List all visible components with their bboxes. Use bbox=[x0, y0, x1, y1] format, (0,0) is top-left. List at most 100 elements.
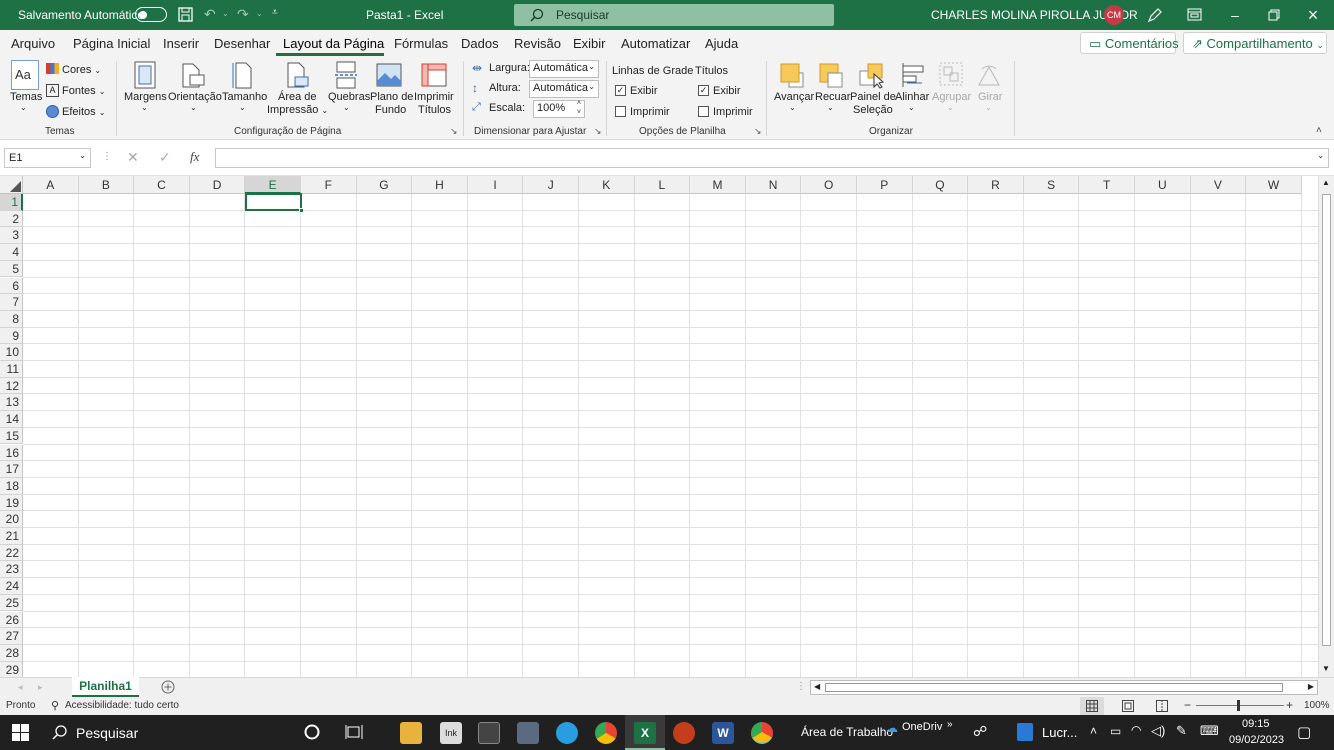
orientation-button[interactable]: Orientação bbox=[168, 91, 222, 103]
worksheet-grid[interactable]: ABCDEFGHIJKLMNOPQRSTUVW 1 2 3 4 5 6 7 8 9 10 11 12 1… bbox=[0, 176, 1318, 678]
column-header-n[interactable]: N bbox=[745, 176, 802, 194]
column-header-j[interactable]: J bbox=[523, 176, 579, 194]
formula-input[interactable]: ⌄ bbox=[215, 148, 1329, 168]
chevron-down-icon[interactable]: ⌄ bbox=[20, 103, 27, 112]
print-area-label-1[interactable]: Área de bbox=[278, 91, 317, 103]
column-header-e[interactable]: E bbox=[245, 176, 301, 194]
row-header-26[interactable]: 26 bbox=[0, 611, 23, 629]
select-all-button[interactable] bbox=[0, 176, 23, 194]
column-header-q[interactable]: Q bbox=[912, 176, 969, 194]
fonts-button[interactable]: Fontes ⌄ bbox=[62, 85, 105, 97]
column-header-h[interactable]: H bbox=[412, 176, 468, 194]
clock-date[interactable]: 09/02/2023 bbox=[1229, 734, 1284, 746]
row-header-29[interactable]: 29 bbox=[0, 661, 23, 678]
scroll-up-icon[interactable]: ▲ bbox=[1322, 178, 1330, 187]
scroll-thumb[interactable] bbox=[1322, 194, 1331, 646]
row-header-6[interactable]: 6 bbox=[0, 277, 23, 295]
enter-icon[interactable]: ✓ bbox=[159, 149, 171, 166]
margins-button[interactable]: Margens bbox=[124, 91, 167, 103]
row-header-2[interactable]: 2 bbox=[0, 210, 23, 228]
gridlines-view-checkbox[interactable]: ✓ bbox=[615, 85, 626, 96]
tab-exibir[interactable]: Exibir bbox=[573, 36, 606, 51]
headings-view-checkbox[interactable]: ✓ bbox=[698, 85, 709, 96]
column-header-i[interactable]: I bbox=[467, 176, 524, 194]
horizontal-scrollbar[interactable]: ◀ ▶ bbox=[810, 680, 1318, 695]
chrome-profile-icon[interactable] bbox=[751, 722, 773, 744]
expand-formula-icon[interactable]: ⌄ bbox=[1317, 151, 1324, 160]
column-header-v[interactable]: V bbox=[1190, 176, 1247, 194]
clock-time[interactable]: 09:15 bbox=[1242, 718, 1270, 730]
page-break-view-icon[interactable] bbox=[1156, 700, 1168, 712]
selection-pane-button[interactable]: Seleção bbox=[853, 104, 893, 116]
wifi-icon[interactable]: ◠ bbox=[1131, 723, 1141, 737]
h-scroll-thumb[interactable] bbox=[825, 683, 1283, 692]
tray-chevron-icon[interactable]: ˄ bbox=[1090, 724, 1097, 738]
effects-button[interactable]: Efeitos ⌄ bbox=[62, 106, 105, 118]
excel-taskbar-button[interactable]: X bbox=[625, 715, 665, 750]
restore-button[interactable] bbox=[1268, 9, 1280, 21]
windows-start-icon[interactable] bbox=[12, 724, 29, 741]
column-header-l[interactable]: L bbox=[634, 176, 691, 194]
chevron-down-icon[interactable]: ⌄ bbox=[239, 103, 246, 112]
sheet-tab-planilha1[interactable]: Planilha1 bbox=[72, 677, 139, 697]
row-header-12[interactable]: 12 bbox=[0, 377, 23, 395]
dialog-launcher-icon[interactable]: ↘ bbox=[754, 126, 762, 137]
tab-inserir[interactable]: Inserir bbox=[163, 36, 199, 51]
row-header-4[interactable]: 4 bbox=[0, 244, 23, 261]
redo-dropdown-icon[interactable]: ⌄ bbox=[256, 9, 263, 18]
document-app-icon[interactable] bbox=[1017, 723, 1033, 741]
headings-print-checkbox[interactable] bbox=[698, 106, 709, 117]
chevron-down-icon[interactable]: ⌄ bbox=[141, 103, 148, 112]
colors-button[interactable]: Cores ⌄ bbox=[62, 64, 101, 76]
redo-icon[interactable]: ↷ bbox=[237, 6, 249, 23]
keyboard-tray-icon[interactable]: ⌨ bbox=[1200, 723, 1219, 739]
word-icon[interactable]: W bbox=[712, 722, 734, 744]
cancel-icon[interactable]: ✕ bbox=[127, 149, 139, 166]
more-toolbar-icon[interactable]: » bbox=[947, 719, 953, 730]
insert-function-icon[interactable]: fx bbox=[190, 149, 199, 165]
selection-pane-label-1[interactable]: Painel de bbox=[850, 91, 896, 103]
row-header-22[interactable]: 22 bbox=[0, 544, 23, 562]
column-header-p[interactable]: P bbox=[857, 176, 913, 194]
row-header-1[interactable]: 1 bbox=[0, 194, 23, 211]
themes-icon[interactable]: Aa bbox=[11, 60, 39, 90]
row-header-15[interactable]: 15 bbox=[0, 427, 23, 445]
taskbar-search-input[interactable]: Pesquisar bbox=[76, 725, 138, 741]
selected-cell[interactable] bbox=[245, 193, 304, 213]
width-select[interactable]: Automática ⌄ bbox=[529, 60, 599, 78]
customize-toolbar-icon[interactable]: ⩡ bbox=[272, 7, 278, 18]
inkscape-icon[interactable]: Ink bbox=[440, 722, 462, 744]
row-header-3[interactable]: 3 bbox=[0, 227, 23, 245]
column-header-k[interactable]: K bbox=[579, 176, 635, 194]
row-header-25[interactable]: 25 bbox=[0, 594, 23, 612]
align-button[interactable]: Alinhar bbox=[895, 91, 929, 103]
zoom-out-icon[interactable]: − bbox=[1184, 698, 1191, 712]
avatar[interactable]: CM bbox=[1104, 5, 1124, 25]
next-sheet-icon[interactable]: ▸ bbox=[38, 682, 43, 693]
accessibility-status[interactable]: Acessibilidade: tudo certo bbox=[65, 700, 179, 711]
row-header-24[interactable]: 24 bbox=[0, 578, 23, 595]
search-box[interactable]: Pesquisar bbox=[514, 4, 834, 26]
keyboard-app-icon[interactable] bbox=[478, 722, 500, 744]
column-header-o[interactable]: O bbox=[801, 176, 857, 194]
bring-forward-button[interactable]: Avançar bbox=[774, 91, 814, 103]
prev-sheet-icon[interactable]: ◂ bbox=[18, 682, 23, 693]
row-header-21[interactable]: 21 bbox=[0, 528, 23, 545]
column-header-r[interactable]: R bbox=[968, 176, 1024, 194]
tab-layout-da-pagina[interactable]: Layout da Página bbox=[283, 36, 384, 51]
powerpoint-icon[interactable] bbox=[673, 722, 695, 744]
chevron-down-icon[interactable]: ⌄ bbox=[827, 103, 834, 112]
column-header-t[interactable]: T bbox=[1079, 176, 1135, 194]
people-icon[interactable]: ☍ bbox=[973, 723, 987, 740]
row-header-7[interactable]: 7 bbox=[0, 294, 23, 311]
task-view-icon[interactable] bbox=[345, 724, 363, 740]
scroll-down-icon[interactable]: ▼ bbox=[1322, 664, 1330, 673]
volume-icon[interactable]: ◁) bbox=[1151, 723, 1165, 739]
column-header-u[interactable]: U bbox=[1135, 176, 1191, 194]
stepper-arrows-icon[interactable]: ˄ ˅ bbox=[577, 99, 581, 117]
themes-button[interactable]: Temas bbox=[10, 91, 42, 103]
row-header-5[interactable]: 5 bbox=[0, 260, 23, 278]
tab-desenhar[interactable]: Desenhar bbox=[214, 36, 270, 51]
edge-icon[interactable] bbox=[556, 722, 578, 744]
background-label-1[interactable]: Plano de bbox=[370, 91, 413, 103]
